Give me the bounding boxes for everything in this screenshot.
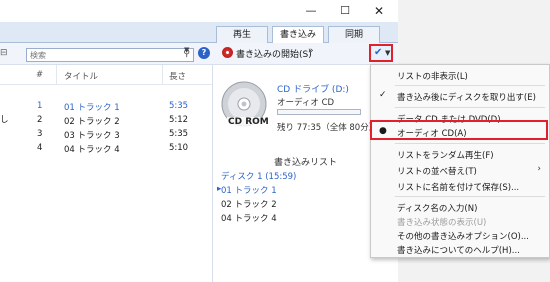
tab-sync[interactable]: 同期 bbox=[328, 26, 380, 43]
track-num: 4 bbox=[37, 143, 43, 153]
list-options-button[interactable]: ✔ ▼ bbox=[369, 44, 393, 62]
column-title[interactable]: タイトル bbox=[64, 70, 98, 82]
burn-list-item[interactable]: 04 トラック 4 bbox=[221, 212, 277, 224]
track-length: 5:35 bbox=[169, 129, 189, 139]
menu-item-burn-help[interactable]: 書き込みについてのヘルプ(H)... bbox=[371, 241, 549, 257]
menu-item-sort-list[interactable]: リストの並べ替え(T) › bbox=[371, 162, 549, 178]
menu-item-eject-after-burn[interactable]: ✓ 書き込み後にディスクを取り出す(E) bbox=[371, 88, 549, 104]
submenu-arrow-icon: › bbox=[537, 164, 541, 174]
media-player-window: — ☐ ✕ 再生 書き込み 同期 ⚲ ⊟ ▼ ? 書き込みの開始(S) » ✔ … bbox=[0, 0, 398, 282]
capacity-bar bbox=[277, 109, 361, 115]
minimize-button[interactable]: — bbox=[294, 0, 328, 22]
drive-name-link[interactable]: CD ドライブ (D:) bbox=[277, 82, 349, 95]
highlight-box bbox=[370, 120, 548, 140]
burn-list-item[interactable]: 02 トラック 2 bbox=[221, 198, 277, 210]
track-length: 5:35 bbox=[169, 101, 189, 111]
tab-bar: 再生 書き込み 同期 bbox=[0, 22, 398, 44]
menu-item-shuffle-list[interactable]: リストをランダム再生(F) bbox=[371, 146, 549, 162]
collapse-icon[interactable]: ⊟ bbox=[0, 48, 8, 58]
checklist-icon: ✔ bbox=[374, 47, 383, 58]
list-options-menu: リストの非表示(L) ✓ 書き込み後にディスクを取り出す(E) データ CD ま… bbox=[370, 64, 550, 258]
track-length: 5:12 bbox=[169, 115, 189, 125]
track-title: 02 トラック 2 bbox=[64, 117, 120, 127]
chevron-down-icon: ▼ bbox=[385, 49, 391, 57]
table-row[interactable]: 1 01 トラック 1 5:35 bbox=[0, 101, 212, 115]
more-commands-button[interactable]: » bbox=[308, 46, 314, 56]
burn-start-label: 書き込みの開始(S) bbox=[236, 50, 312, 60]
column-num[interactable]: # bbox=[36, 70, 43, 80]
disc-header[interactable]: ディスク 1 (15:59) bbox=[221, 170, 296, 182]
track-num: 3 bbox=[37, 129, 43, 139]
drive-type: オーディオ CD bbox=[277, 98, 335, 108]
track-title: 04 トラック 4 bbox=[64, 145, 120, 155]
track-title: 03 トラック 3 bbox=[64, 131, 120, 141]
search-box[interactable]: ⚲ bbox=[26, 48, 194, 62]
column-header: # タイトル 長さ bbox=[0, 65, 212, 85]
check-icon: ✓ bbox=[379, 90, 387, 100]
table-row[interactable]: 3 03 トラック 3 5:35 bbox=[0, 129, 212, 143]
menu-item-hide-list[interactable]: リストの非表示(L) bbox=[371, 67, 549, 83]
maximize-button[interactable]: ☐ bbox=[328, 0, 362, 22]
tab-burn[interactable]: 書き込み bbox=[272, 26, 324, 44]
search-dropdown-icon[interactable]: ▼ bbox=[184, 46, 189, 54]
table-row[interactable]: 4 04 トラック 4 5:10 bbox=[0, 143, 212, 157]
track-num: 2 bbox=[37, 115, 43, 125]
track-list: # タイトル 長さ し 1 01 トラック 1 5:35 2 02 トラック 2… bbox=[0, 65, 212, 282]
track-num: 1 bbox=[37, 101, 43, 111]
remaining-time: 残り 77:35（全体 80分） bbox=[277, 123, 378, 133]
tab-play[interactable]: 再生 bbox=[216, 26, 268, 43]
cd-rom-label: CD ROM bbox=[227, 117, 270, 127]
track-title: 01 トラック 1 bbox=[64, 103, 120, 113]
burn-list-item[interactable]: 01 トラック 1 bbox=[221, 184, 277, 196]
help-icon[interactable]: ? bbox=[198, 47, 210, 59]
table-row[interactable]: 2 02 トラック 2 5:12 bbox=[0, 115, 212, 129]
search-input[interactable] bbox=[30, 50, 170, 61]
title-bar: — ☐ ✕ bbox=[0, 0, 398, 22]
track-length: 5:10 bbox=[169, 143, 189, 153]
column-length[interactable]: 長さ bbox=[169, 70, 186, 82]
menu-item-save-list-as[interactable]: リストに名前を付けて保存(S)... bbox=[371, 178, 549, 194]
close-button[interactable]: ✕ bbox=[362, 0, 396, 22]
burn-disc-icon bbox=[222, 47, 233, 58]
